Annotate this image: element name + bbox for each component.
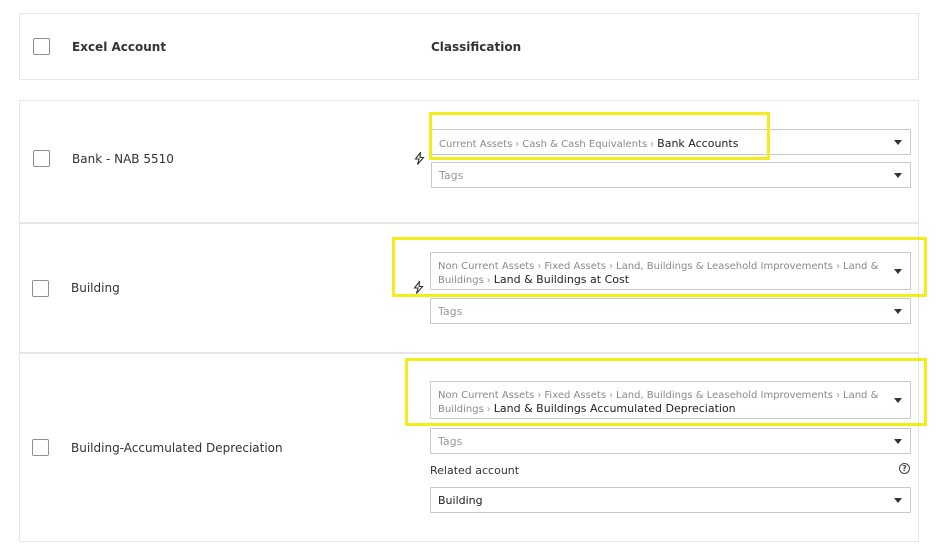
select-all-checkbox[interactable] bbox=[33, 38, 50, 55]
account-name: Bank - NAB 5510 bbox=[72, 152, 174, 166]
row-checkbox[interactable] bbox=[33, 150, 50, 167]
tags-select[interactable]: Tags bbox=[430, 428, 911, 454]
highlight-box bbox=[429, 112, 770, 160]
chevron-down-icon bbox=[894, 498, 902, 503]
chevron-down-icon bbox=[894, 173, 902, 178]
chevron-down-icon bbox=[894, 309, 902, 314]
question-circle-icon[interactable]: ? bbox=[899, 463, 910, 474]
column-header-classification: Classification bbox=[431, 40, 522, 54]
related-account-label: Related account bbox=[430, 464, 520, 477]
tags-select[interactable]: Tags bbox=[431, 162, 911, 188]
lightning-bolt-icon[interactable] bbox=[414, 152, 425, 165]
highlight-box bbox=[392, 237, 927, 297]
chevron-down-icon bbox=[894, 140, 902, 145]
account-name: Building-Accumulated Depreciation bbox=[71, 441, 283, 455]
account-name: Building bbox=[71, 281, 120, 295]
related-account-select[interactable]: Building bbox=[430, 487, 911, 513]
row-checkbox[interactable] bbox=[32, 280, 49, 297]
column-header-excel-account: Excel Account bbox=[72, 40, 167, 54]
chevron-down-icon bbox=[894, 439, 902, 444]
row-checkbox[interactable] bbox=[32, 439, 49, 456]
tags-select[interactable]: Tags bbox=[430, 298, 911, 324]
highlight-box bbox=[405, 358, 927, 426]
